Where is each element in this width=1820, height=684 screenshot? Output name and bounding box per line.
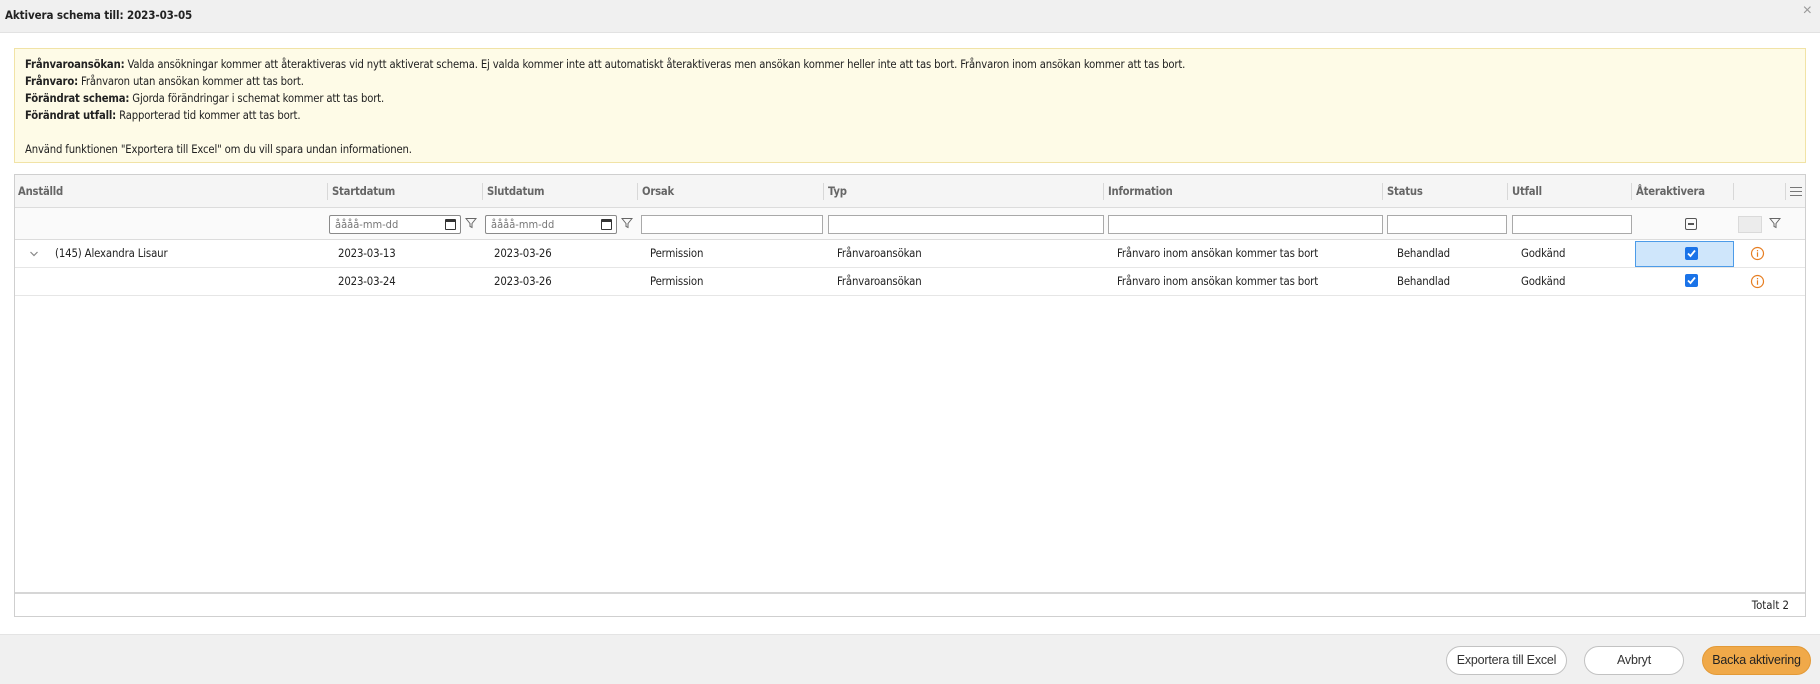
info-notice: Frånvaroansökan: Valda ansökningar komme…	[14, 48, 1806, 163]
notice-label: Förändrat schema:	[25, 92, 130, 105]
rollback-activation-button[interactable]: Backa aktivering	[1702, 646, 1811, 675]
type-cell: Frånvaroansökan	[837, 247, 922, 260]
information-cell: Frånvaro inom ansökan kommer tas bort	[1117, 275, 1319, 288]
column-menu-icon[interactable]	[1789, 184, 1803, 198]
filter-icon[interactable]	[1769, 217, 1781, 229]
dialog-title: Aktivera schema till: 2023-03-05	[5, 8, 193, 22]
end-date-filter[interactable]: åååå-mm-dd	[485, 215, 617, 234]
filter-icon[interactable]	[465, 217, 477, 229]
column-header-outcome[interactable]: Utfall	[1509, 175, 1542, 208]
notice-line: Frånvaro: Frånvaron utan ansökan kommer …	[25, 73, 1795, 90]
column-header-reactivate[interactable]: Återaktivera	[1633, 175, 1705, 208]
grey-select-box[interactable]	[1738, 216, 1762, 233]
start-date-cell: 2023-03-13	[338, 247, 396, 260]
column-header-type[interactable]: Typ	[825, 175, 847, 208]
column-header-information[interactable]: Information	[1105, 175, 1173, 208]
grid-footer: Totalt 2	[15, 592, 1805, 616]
calendar-icon[interactable]	[601, 219, 612, 230]
table-row[interactable]: (145) Alexandra Lisaur 2023-03-13 2023-0…	[15, 240, 1805, 268]
outcome-cell: Godkänd	[1521, 247, 1566, 260]
status-cell: Behandlad	[1397, 275, 1450, 288]
filter-row: åååå-mm-dd åååå-mm-dd	[15, 208, 1805, 240]
outcome-filter-input[interactable]	[1512, 215, 1632, 234]
chevron-down-icon[interactable]	[29, 249, 39, 259]
info-icon[interactable]	[1750, 274, 1765, 289]
cancel-button[interactable]: Avbryt	[1584, 646, 1684, 675]
reactivate-cell[interactable]	[1635, 241, 1734, 267]
status-filter-input[interactable]	[1387, 215, 1507, 234]
notice-text: Gjorda förändringar i schemat kommer att…	[129, 92, 385, 105]
type-filter-input[interactable]	[828, 215, 1104, 234]
outcome-cell: Godkänd	[1521, 275, 1566, 288]
column-header-reason[interactable]: Orsak	[639, 175, 674, 208]
reason-cell: Permission	[650, 275, 704, 288]
information-cell: Frånvaro inom ansökan kommer tas bort	[1117, 247, 1319, 260]
notice-text: Frånvaron utan ansökan kommer att tas bo…	[78, 75, 304, 88]
calendar-icon[interactable]	[445, 219, 456, 230]
activation-grid: Anställd Startdatum Slutdatum Orsak Typ …	[14, 174, 1806, 617]
dialog-button-bar: Exportera till Excel Avbryt Backa aktive…	[0, 634, 1820, 684]
grid-header: Anställd Startdatum Slutdatum Orsak Typ …	[15, 175, 1805, 208]
type-cell: Frånvaroansökan	[837, 275, 922, 288]
table-row[interactable]: 2023-03-24 2023-03-26 Permission Frånvar…	[15, 268, 1805, 296]
info-icon[interactable]	[1750, 246, 1765, 261]
close-icon[interactable]: ×	[1803, 3, 1812, 19]
notice-line: Frånvaroansökan: Valda ansökningar komme…	[25, 56, 1795, 73]
date-placeholder: åååå-mm-dd	[491, 218, 555, 231]
status-cell: Behandlad	[1397, 247, 1450, 260]
employee-name: (145) Alexandra Lisaur	[55, 247, 168, 260]
start-date-filter[interactable]: åååå-mm-dd	[329, 215, 461, 234]
reason-cell: Permission	[650, 247, 704, 260]
filter-icon[interactable]	[621, 217, 633, 229]
end-date-cell: 2023-03-26	[494, 247, 552, 260]
column-header-employee[interactable]: Anställd	[15, 175, 63, 208]
notice-line: Förändrat utfall: Rapporterad tid kommer…	[25, 107, 1795, 124]
notice-label: Frånvaro:	[25, 75, 78, 88]
dialog-titlebar: Aktivera schema till: 2023-03-05 ×	[0, 0, 1820, 33]
end-date-cell: 2023-03-26	[494, 275, 552, 288]
column-header-start[interactable]: Startdatum	[329, 175, 395, 208]
reactivate-checkbox[interactable]	[1685, 274, 1698, 287]
reactivate-cell[interactable]	[1635, 269, 1734, 295]
column-header-status[interactable]: Status	[1384, 175, 1423, 208]
total-count: Totalt 2	[1751, 599, 1789, 612]
reason-filter-input[interactable]	[641, 215, 823, 234]
start-date-cell: 2023-03-24	[338, 275, 396, 288]
export-to-excel-button[interactable]: Exportera till Excel	[1446, 646, 1567, 675]
collapse-all-icon[interactable]	[1685, 218, 1697, 230]
reactivate-checkbox[interactable]	[1685, 247, 1698, 260]
notice-label: Förändrat utfall:	[25, 109, 117, 122]
notice-footer: Använd funktionen "Exportera till Excel"…	[25, 143, 412, 156]
notice-label: Frånvaroansökan:	[25, 58, 125, 71]
date-placeholder: åååå-mm-dd	[335, 218, 399, 231]
notice-text: Valda ansökningar kommer att återaktiver…	[124, 58, 1186, 71]
notice-line: Förändrat schema: Gjorda förändringar i …	[25, 90, 1795, 107]
notice-text: Rapporterad tid kommer att tas bort.	[116, 109, 301, 122]
column-header-end[interactable]: Slutdatum	[484, 175, 545, 208]
information-filter-input[interactable]	[1108, 215, 1383, 234]
